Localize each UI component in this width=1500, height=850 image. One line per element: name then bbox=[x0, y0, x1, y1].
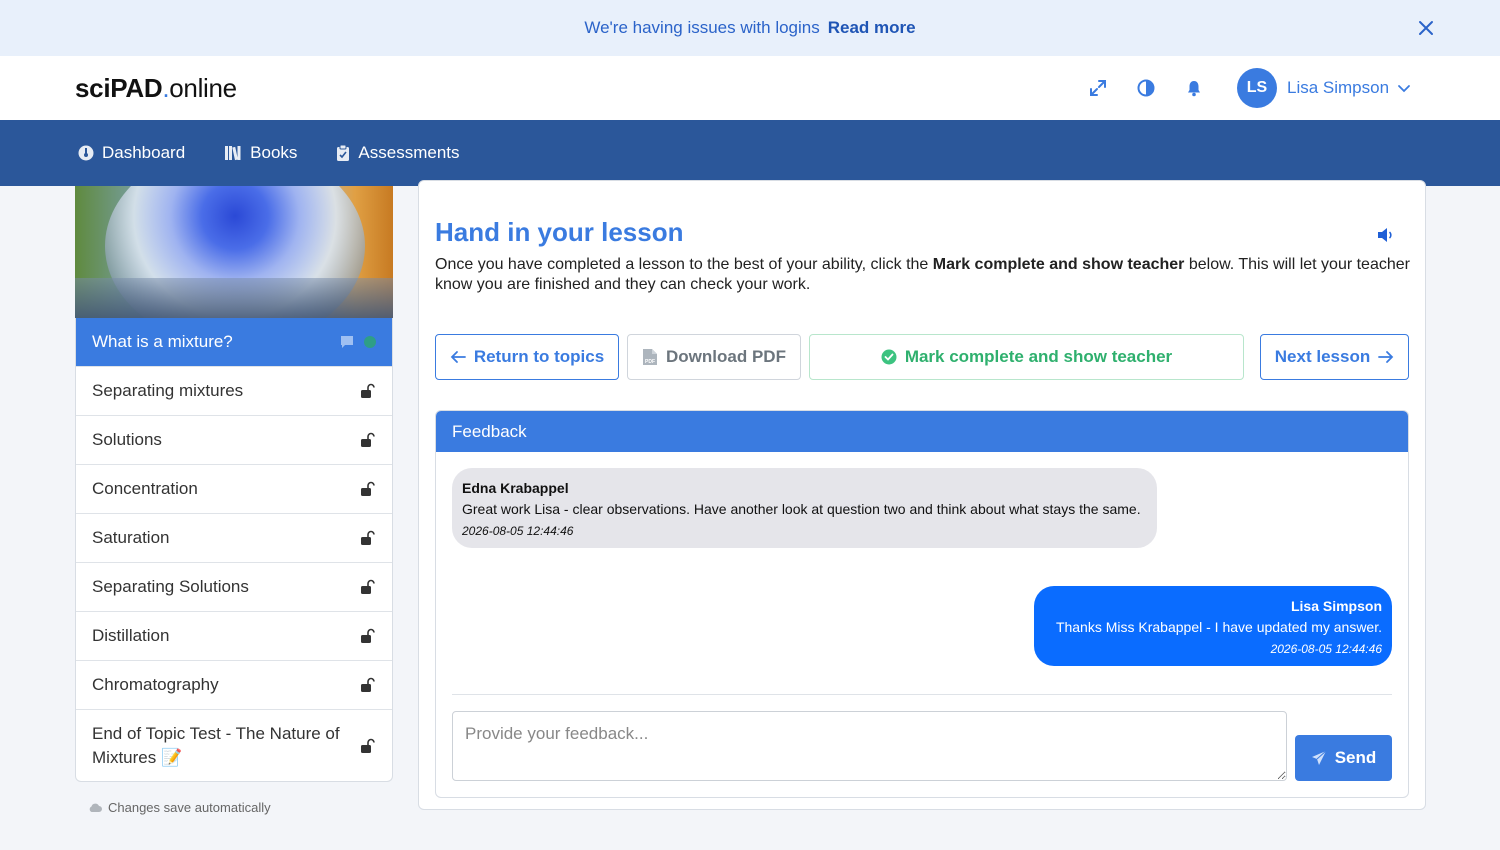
user-name: Lisa Simpson bbox=[1287, 78, 1390, 97]
nav-dashboard[interactable]: Dashboard bbox=[78, 143, 185, 163]
check-circle-icon bbox=[881, 349, 897, 365]
lesson-label: End of Topic Test - The Nature of Mixtur… bbox=[92, 723, 340, 767]
feedback-panel: Feedback Edna Krabappel Great work Lisa … bbox=[435, 410, 1409, 798]
lesson-label: What is a mixture? bbox=[92, 332, 233, 351]
app-logo[interactable]: sciPAD.online bbox=[75, 73, 237, 104]
nav-assessments-label: Assessments bbox=[358, 143, 460, 162]
alert-banner: We're having issues with logins Read mor… bbox=[0, 0, 1500, 56]
send-button[interactable]: Send bbox=[1295, 735, 1392, 781]
user-menu[interactable]: LS Lisa Simpson bbox=[1237, 68, 1411, 108]
chevron-down-icon bbox=[1398, 85, 1410, 93]
list-item[interactable]: Saturation bbox=[76, 513, 392, 562]
close-icon[interactable] bbox=[1416, 18, 1436, 38]
unlock-icon bbox=[361, 383, 375, 398]
feedback-header: Feedback bbox=[436, 411, 1408, 452]
lesson-list: What is a mixture? Separating mixtures S… bbox=[75, 318, 393, 782]
list-item[interactable]: What is a mixture? bbox=[76, 318, 392, 366]
list-item[interactable]: Distillation bbox=[76, 611, 392, 660]
nav-dashboard-label: Dashboard bbox=[102, 143, 186, 162]
download-pdf-label: Download PDF bbox=[666, 347, 786, 366]
feedback-message-teacher: Edna Krabappel Great work Lisa - clear o… bbox=[452, 468, 1157, 548]
contrast-icon[interactable] bbox=[1136, 78, 1156, 98]
bell-icon[interactable] bbox=[1184, 78, 1204, 98]
dashboard-icon bbox=[78, 145, 94, 161]
list-item[interactable]: End of Topic Test - The Nature of Mixtur… bbox=[76, 709, 392, 781]
next-lesson-label: Next lesson bbox=[1274, 347, 1371, 366]
topic-hero-image bbox=[75, 186, 393, 318]
list-item[interactable]: Chromatography bbox=[76, 660, 392, 709]
download-pdf-button[interactable]: PDF Download PDF bbox=[627, 334, 801, 380]
unlock-icon bbox=[361, 481, 375, 496]
lesson-label: Chromatography bbox=[92, 675, 219, 694]
fullscreen-icon[interactable] bbox=[1088, 78, 1108, 98]
lesson-label: Separating mixtures bbox=[92, 381, 244, 400]
unlock-icon bbox=[361, 579, 375, 594]
complete-status-dot bbox=[364, 336, 376, 348]
message-timestamp: 2026-08-05 12:44:46 bbox=[1270, 642, 1382, 656]
books-icon bbox=[225, 146, 241, 161]
nav-assessments[interactable]: Assessments bbox=[336, 143, 460, 163]
avatar: LS bbox=[1237, 68, 1277, 108]
nav-books-label: Books bbox=[250, 143, 298, 162]
comment-icon bbox=[341, 336, 353, 348]
unlock-icon bbox=[361, 677, 375, 692]
lesson-label: Separating Solutions bbox=[92, 577, 249, 596]
lesson-label: Solutions bbox=[92, 430, 162, 449]
lesson-label: Concentration bbox=[92, 479, 198, 498]
unlock-icon bbox=[361, 530, 375, 545]
lesson-handin-card: Hand in your lesson Once you have comple… bbox=[418, 180, 1426, 810]
nav-books[interactable]: Books bbox=[224, 143, 297, 163]
unlock-icon bbox=[361, 432, 375, 447]
read-more-link[interactable]: Read more bbox=[828, 18, 916, 38]
list-item[interactable]: Solutions bbox=[76, 415, 392, 464]
lesson-sidebar: What is a mixture? Separating mixtures S… bbox=[75, 186, 393, 815]
autosave-note: Changes save automatically bbox=[88, 800, 393, 815]
mark-complete-button[interactable]: Mark complete and show teacher bbox=[809, 334, 1244, 380]
list-item[interactable]: Separating mixtures bbox=[76, 366, 392, 415]
paper-plane-icon bbox=[1311, 750, 1327, 765]
list-item[interactable]: Separating Solutions bbox=[76, 562, 392, 611]
page-title: Hand in your lesson bbox=[435, 217, 684, 247]
lesson-label: Saturation bbox=[92, 528, 170, 547]
pdf-file-icon: PDF bbox=[643, 349, 658, 365]
send-label: Send bbox=[1334, 748, 1377, 767]
list-item[interactable]: Concentration bbox=[76, 464, 392, 513]
lesson-label: Distillation bbox=[92, 626, 170, 645]
instructions-text: Once you have completed a lesson to the … bbox=[435, 256, 1410, 293]
message-text: Thanks Miss Krabappel - I have updated m… bbox=[1055, 619, 1382, 635]
feedback-input[interactable] bbox=[452, 711, 1287, 781]
main-nav: Dashboard Books Assessments bbox=[0, 120, 1500, 186]
speaker-icon[interactable] bbox=[1377, 227, 1395, 243]
unlock-icon bbox=[361, 738, 375, 753]
divider bbox=[452, 694, 1392, 695]
cloud-icon bbox=[89, 803, 102, 812]
mark-complete-label: Mark complete and show teacher bbox=[904, 347, 1173, 366]
message-text: Great work Lisa - clear observations. Ha… bbox=[462, 501, 1141, 517]
alert-message: We're having issues with logins bbox=[584, 18, 820, 37]
arrow-right-icon bbox=[1378, 351, 1394, 363]
return-to-topics-button[interactable]: Return to topics bbox=[435, 334, 619, 380]
unlock-icon bbox=[361, 628, 375, 643]
return-label: Return to topics bbox=[473, 347, 605, 366]
message-author: Lisa Simpson bbox=[1290, 598, 1382, 614]
message-timestamp: 2026-08-05 12:44:46 bbox=[462, 524, 574, 538]
autosave-text: Changes save automatically bbox=[108, 800, 271, 815]
clipboard-icon bbox=[337, 144, 350, 161]
message-author: Edna Krabappel bbox=[462, 480, 569, 496]
arrow-left-icon bbox=[450, 351, 466, 363]
svg-text:PDF: PDF bbox=[645, 359, 655, 365]
top-header: sciPAD.online LS Lisa Simpson bbox=[0, 56, 1500, 120]
next-lesson-button[interactable]: Next lesson bbox=[1260, 334, 1409, 380]
feedback-message-student: Lisa Simpson Thanks Miss Krabappel - I h… bbox=[1034, 586, 1392, 666]
